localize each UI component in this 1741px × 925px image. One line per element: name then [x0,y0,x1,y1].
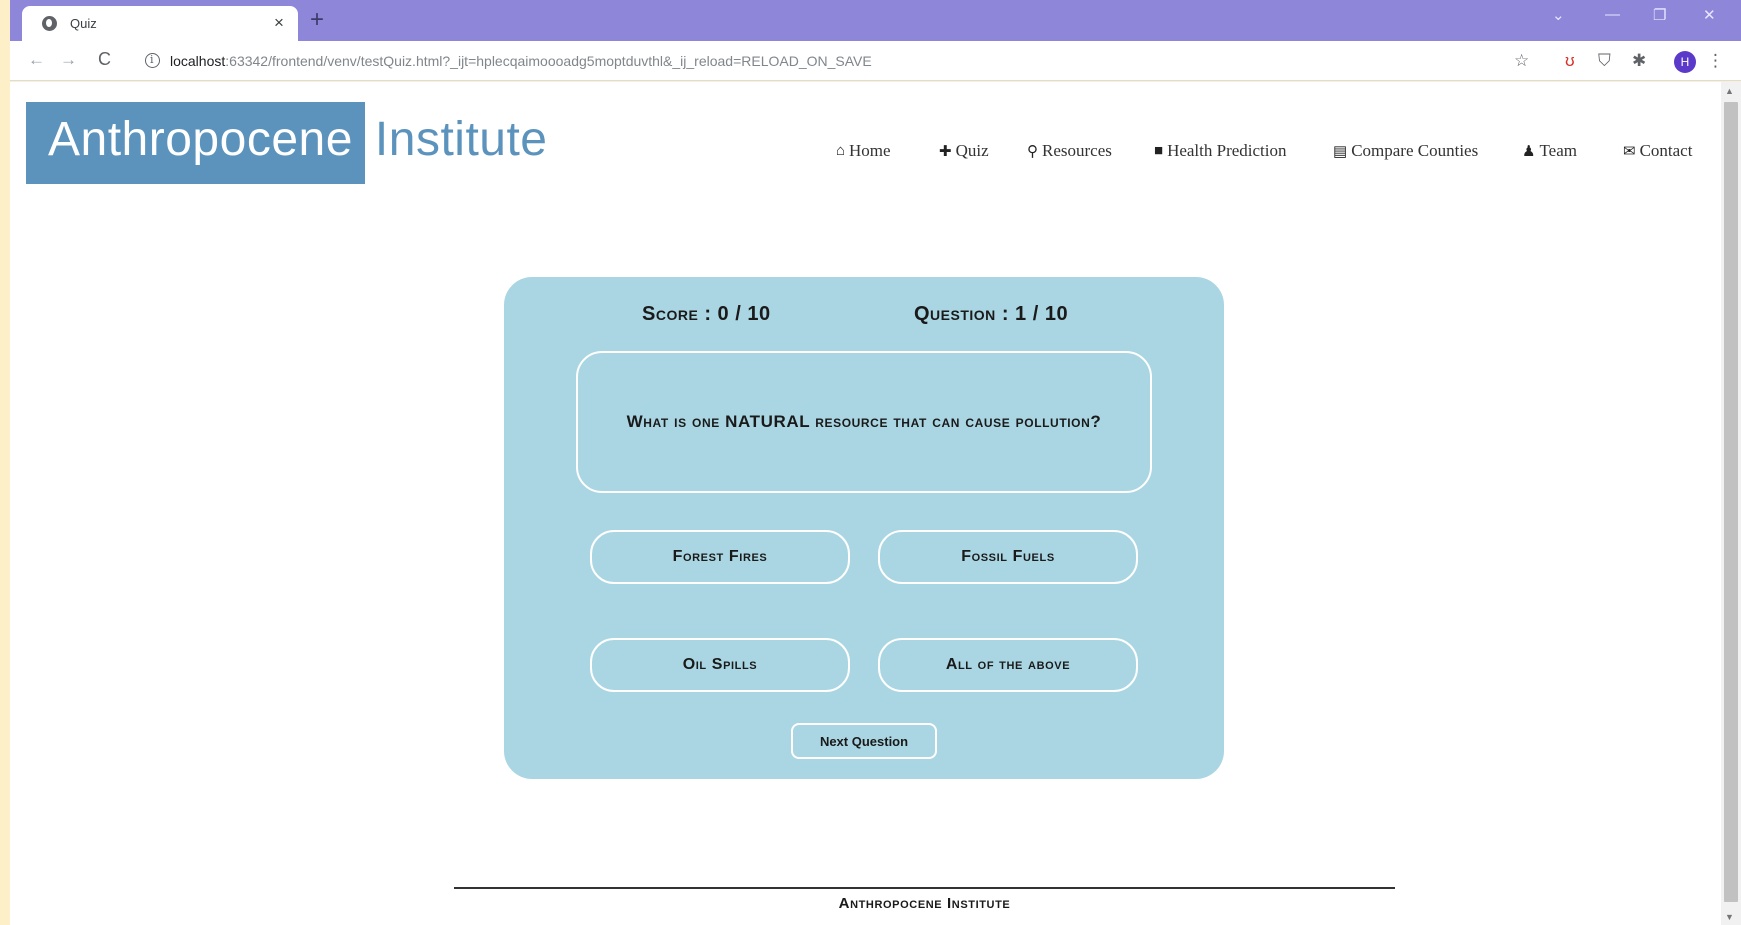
restore-button[interactable]: ❐ [1653,6,1666,24]
site-logo[interactable]: Anthropocene Institute [26,102,548,184]
scrollbar-thumb[interactable] [1724,102,1738,902]
home-icon: ⌂ [836,142,846,159]
nav-contact[interactable]: ✉ Contact [1623,141,1692,161]
browser-toolbar: ← → C localhost:63342/frontend/venv/test… [10,41,1741,81]
nav-label: Quiz [955,141,989,160]
plus-icon: ✚ [939,143,952,160]
nav-label: Health Prediction [1167,141,1287,160]
new-tab-button[interactable]: + [310,6,324,34]
nav-quiz[interactable]: ✚ Quiz [939,141,989,161]
nav-label: Resources [1042,141,1112,160]
url-host: localhost [170,53,226,69]
browser-tabstrip: Quiz × + ⌄ — ❐ ✕ [10,0,1741,41]
health-icon: ■ [1154,142,1164,159]
site-info-icon[interactable] [145,53,160,68]
resources-icon: ⚲ [1027,143,1038,160]
url-path: :63342/frontend/venv/testQuiz.html?_ijt=… [225,53,872,69]
search-tabs-icon[interactable]: ⌄ [1552,6,1565,24]
choice-fossil-fuels[interactable]: Fossil Fuels [878,530,1138,584]
tab-title: Quiz [70,16,97,31]
scroll-up-icon[interactable]: ▲ [1725,86,1734,96]
tab-close-icon[interactable]: × [274,13,284,33]
reload-button[interactable]: C [98,49,111,70]
nav-compare-counties[interactable]: ▤ Compare Counties [1333,141,1478,161]
forward-button[interactable]: → [60,50,77,70]
footer-divider [454,887,1395,889]
back-button[interactable]: ← [28,50,45,70]
page-viewport: Anthropocene Institute ⌂ Home ✚ Quiz ⚲ R… [10,82,1721,925]
envelope-icon: ✉ [1623,143,1636,160]
quiz-card: Score : 0 / 10 Question : 1 / 10 What is… [504,277,1224,779]
footer-title: Anthropocene Institute [838,895,1011,912]
nav-team[interactable]: ♟ Team [1522,141,1577,161]
next-question-button[interactable]: Next Question [791,723,937,759]
nav-resources[interactable]: ⚲ Resources [1027,141,1112,161]
nav-label: Home [849,141,891,160]
puzzle-extensions-icon[interactable]: ✱ [1632,51,1646,71]
nav-health-prediction[interactable]: ■ Health Prediction [1154,141,1287,161]
browser-menu-icon[interactable]: ⋮ [1707,51,1724,71]
address-bar[interactable]: localhost:63342/frontend/venv/testQuiz.h… [170,53,872,69]
profile-avatar[interactable]: H [1674,51,1696,73]
choice-forest-fires[interactable]: Forest Fires [590,530,850,584]
score-label: Score : 0 / 10 [642,303,771,325]
logo-institute: Institute [374,113,548,166]
nav-home[interactable]: ⌂ Home [836,141,891,161]
question-box: What is one NATURAL resource that can ca… [576,351,1152,493]
question-text: What is one NATURAL resource that can ca… [626,412,1102,431]
choice-oil-spills[interactable]: Oil Spills [590,638,850,692]
scroll-down-icon[interactable]: ▼ [1725,912,1734,922]
bookmark-star-icon[interactable]: ☆ [1514,51,1529,71]
team-icon: ♟ [1522,143,1536,160]
choice-all-of-the-above[interactable]: All of the above [878,638,1138,692]
minimize-button[interactable]: — [1605,6,1620,23]
extension-icon[interactable]: ʊ [1565,51,1575,71]
shield-extension-icon[interactable]: ⛉ [1598,51,1611,71]
nav-label: Team [1539,141,1577,160]
nav-label: Contact [1639,141,1693,160]
globe-icon [42,16,57,31]
browser-tab[interactable]: Quiz × [22,6,298,41]
document-icon: ▤ [1333,143,1348,160]
question-counter: Question : 1 / 10 [914,303,1069,325]
nav-label: Compare Counties [1351,141,1479,160]
logo-anthropocene: Anthropocene [26,102,365,184]
close-window-button[interactable]: ✕ [1703,6,1716,24]
page-scrollbar[interactable]: ▲ ▼ [1721,82,1741,925]
